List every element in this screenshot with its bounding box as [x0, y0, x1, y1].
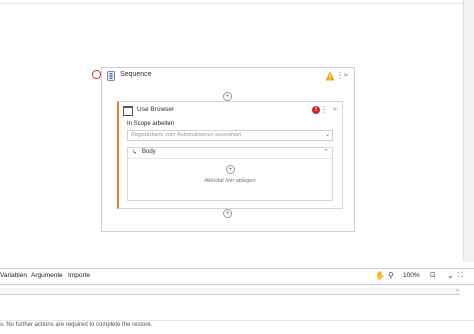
browser-window-icon [123, 106, 133, 116]
scope-label: In Scope arbeiten [127, 121, 175, 127]
search-icon[interactable]: ⚲ [388, 272, 394, 280]
use-browser-activity[interactable]: Use Browser ! ⋮ ≈ In Scope arbeiten Regi… [117, 101, 343, 209]
chevron-up-icon[interactable]: ⌃ [323, 148, 329, 156]
collapse-icon[interactable]: ≈ [344, 72, 348, 80]
status-message: s. No further actions are required to co… [0, 322, 153, 328]
tab-imports[interactable]: Importe [68, 272, 90, 279]
pan-hand-icon[interactable]: ✋ [375, 272, 385, 280]
sequence-title: Sequence [120, 71, 152, 78]
add-activity-button[interactable]: + [223, 209, 232, 218]
horizontal-scrollbar[interactable] [0, 288, 460, 295]
browser-tab-select[interactable]: Registerkarte zum Automatisieren auswähl… [127, 130, 333, 141]
body-container[interactable]: ↳ Body ⌃ + Aktivität hier ablegen [127, 147, 333, 201]
drop-activity-hint: Aktivität hier ablegen [204, 178, 256, 184]
start-node-icon [92, 70, 101, 79]
sequence-icon [107, 71, 115, 81]
divider [0, 320, 474, 321]
zoom-level[interactable]: 100% [403, 272, 420, 279]
tab-arguments[interactable]: Argumente [31, 272, 63, 279]
use-browser-title: Use Browser [137, 106, 175, 113]
sequence-header[interactable]: Sequence ⋮ ≈ [102, 68, 354, 84]
divider [0, 284, 474, 285]
fit-to-screen-icon[interactable]: ⊡ [430, 272, 436, 280]
chevron-down-icon[interactable]: ⌄ [455, 286, 460, 293]
add-activity-button[interactable]: + [226, 165, 235, 174]
bottom-panel-tabs: Variablen Argumente Importe ✋ ⚲ 100% ⊡ ⌄… [0, 268, 474, 283]
browser-tab-select-placeholder: Registerkarte zum Automatisieren auswähl… [131, 132, 242, 138]
chevron-down-icon[interactable]: ⌄ [447, 272, 454, 280]
use-browser-header[interactable]: Use Browser ! ⋮ ≈ [123, 105, 338, 117]
chevron-down-icon[interactable]: ⌄ [325, 131, 330, 138]
error-icon[interactable]: ! [312, 106, 320, 114]
right-side-panel-strip [463, 0, 474, 262]
body-header[interactable]: ↳ Body ⌃ [128, 148, 332, 159]
body-title: Body [142, 149, 156, 155]
warning-triangle-icon[interactable] [325, 71, 335, 81]
sequence-activity[interactable]: Sequence ⋮ ≈ + Use Browser ! ⋮ ≈ In Scop… [101, 67, 355, 232]
fullscreen-icon[interactable]: ⛶ [458, 272, 463, 280]
body-branch-icon: ↳ [132, 150, 138, 156]
kebab-menu-icon[interactable]: ⋮ [320, 106, 328, 114]
add-activity-button[interactable]: + [223, 92, 232, 101]
tab-variables[interactable]: Variablen [0, 272, 27, 279]
kebab-menu-icon[interactable]: ⋮ [336, 72, 344, 80]
collapse-icon[interactable]: ≈ [333, 106, 337, 114]
